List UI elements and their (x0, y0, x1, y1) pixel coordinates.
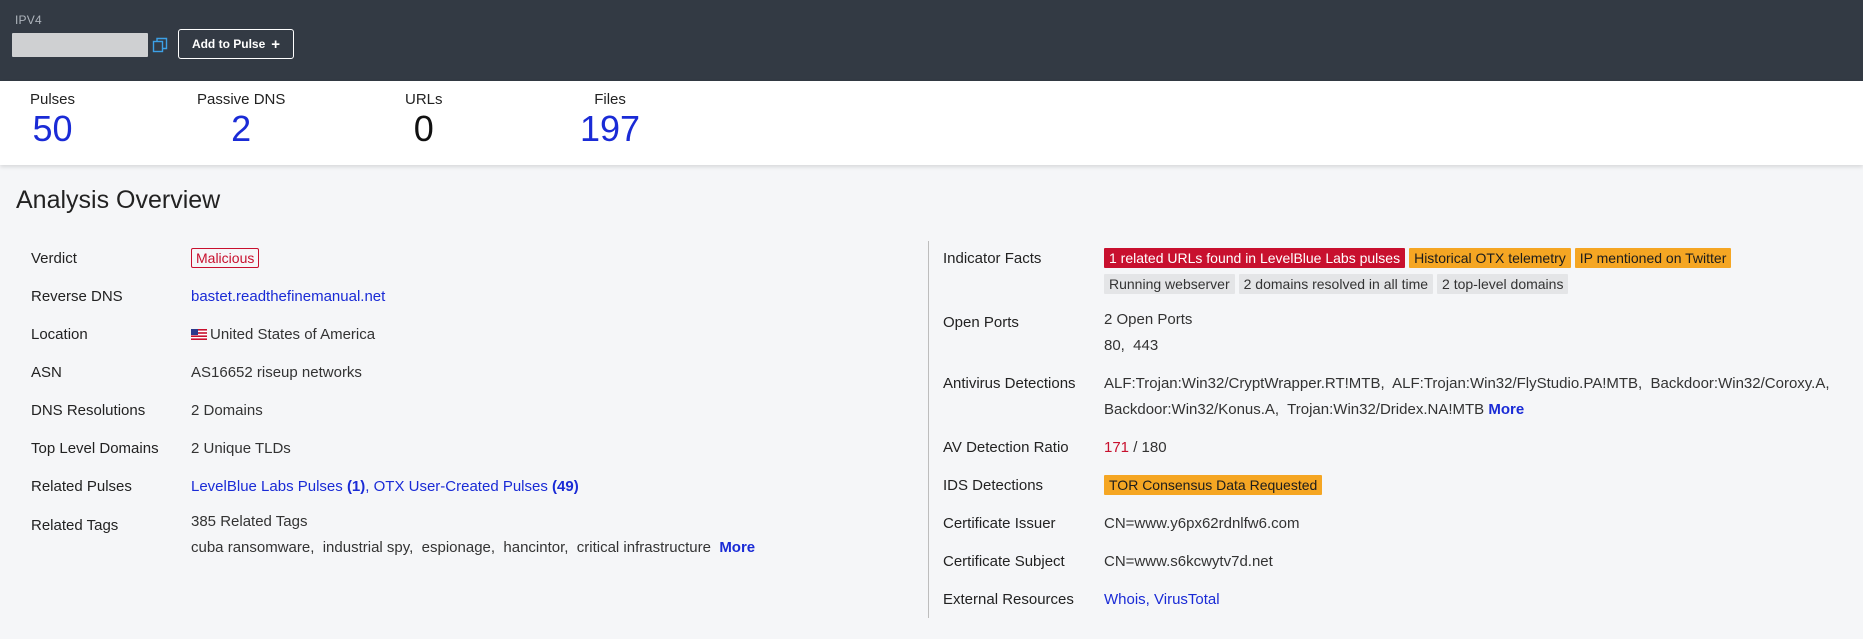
stat-value: 50 (32, 108, 73, 149)
indicator-type-label: IPV4 (15, 13, 42, 27)
stat-value: 2 (231, 108, 252, 149)
us-flag-icon (191, 329, 207, 340)
stat-label: URLs (405, 91, 443, 108)
fact-badge: 2 top-level domains (1437, 274, 1569, 294)
indicator-facts-row-1: 1 related URLs found in LevelBlue Labs p… (1104, 248, 1804, 268)
stat-value: 0 (413, 108, 434, 149)
external-resources-links[interactable]: Whois, VirusTotal (1104, 591, 1220, 608)
open-ports-summary: 2 Open Ports (1104, 311, 1193, 328)
levelblue-pulses-count: (1) (346, 478, 366, 495)
verdict-label: Verdict (31, 250, 77, 267)
indicator-facts-label: Indicator Facts (943, 250, 1042, 267)
fact-badge: 1 related URLs found in LevelBlue Labs p… (1104, 248, 1406, 268)
antivirus-line-2-text: Backdoor:Win32/Konus.A, Trojan:Win32/Dri… (1104, 401, 1485, 418)
related-tags-count: 385 Related Tags (191, 513, 308, 530)
related-tags-label: Related Tags (31, 517, 119, 534)
otx-pulses-link[interactable]: OTX User-Created Pulses (49) (374, 478, 579, 495)
related-pulses-value: LevelBlue Labs Pulses (1), OTX User-Crea… (191, 478, 579, 495)
stats-bar: Pulses 50 Passive DNS 2 URLs 0 Files 197 (0, 81, 1863, 165)
tld-value: 2 Unique TLDs (191, 440, 291, 457)
malicious-badge: Malicious (191, 248, 260, 268)
av-ratio-label: AV Detection Ratio (943, 439, 1069, 456)
cert-subject-label: Certificate Subject (943, 553, 1065, 570)
levelblue-pulses-name: LevelBlue Labs Pulses (191, 478, 343, 495)
add-to-pulse-button[interactable]: Add to Pulse + (178, 29, 294, 59)
fact-badge: 2 domains resolved in all time (1238, 274, 1434, 294)
reverse-dns-link[interactable]: bastet.readthefinemanual.net (191, 288, 385, 305)
otx-pulses-count: (49) (552, 478, 579, 495)
page-title: Analysis Overview (16, 186, 221, 214)
antivirus-line-2: Backdoor:Win32/Konus.A, Trojan:Win32/Dri… (1104, 401, 1524, 418)
cert-issuer-label: Certificate Issuer (943, 515, 1056, 532)
av-total-count: / 180 (1129, 439, 1167, 456)
av-detected-count: 171 (1104, 439, 1130, 456)
open-ports-list: 80, 443 (1104, 337, 1159, 354)
related-pulses-label: Related Pulses (31, 478, 132, 495)
otx-pulses-name: OTX User-Created Pulses (373, 478, 548, 495)
fact-badge: Running webserver (1104, 274, 1235, 294)
verdict-value: Malicious (191, 248, 260, 268)
levelblue-pulses-link[interactable]: LevelBlue Labs Pulses (1) (191, 478, 365, 495)
external-resources-label: External Resources (943, 591, 1074, 608)
location-value: United States of America (191, 326, 375, 343)
tld-label: Top Level Domains (31, 440, 159, 457)
antivirus-more-link[interactable]: More (1488, 401, 1524, 418)
stat-files[interactable]: Files 197 (580, 91, 640, 149)
indicator-facts-row-2: Running webserver 2 domains resolved in a… (1104, 274, 1804, 294)
antivirus-label: Antivirus Detections (943, 375, 1076, 392)
cert-issuer-value: CN=www.y6px62rdnlfw6.com (1104, 515, 1300, 532)
ids-value: TOR Consensus Data Requested (1104, 475, 1326, 495)
ids-label: IDS Detections (943, 477, 1044, 494)
pulses-separator: , (365, 478, 370, 495)
stat-pulses[interactable]: Pulses 50 (30, 91, 75, 149)
reverse-dns-label: Reverse DNS (31, 288, 123, 305)
stat-value: 197 (580, 108, 641, 149)
plus-icon: + (271, 35, 281, 53)
copy-icon[interactable] (152, 37, 168, 53)
dns-resolutions-label: DNS Resolutions (31, 402, 146, 419)
cert-subject-value: CN=www.s6kcwytv7d.net (1104, 553, 1273, 570)
stat-label: Pulses (30, 91, 76, 108)
fact-badge: IP mentioned on Twitter (1574, 248, 1732, 268)
stat-label: Passive DNS (197, 91, 286, 108)
stat-passive-dns[interactable]: Passive DNS 2 (197, 91, 285, 149)
asn-value: AS16652 riseup networks (191, 364, 362, 381)
location-text: United States of America (210, 326, 376, 343)
dns-resolutions-value: 2 Domains (191, 402, 263, 419)
related-tags-list: cuba ransomware, industrial spy, espiona… (191, 539, 755, 556)
av-ratio-value: 171 / 180 (1104, 439, 1167, 456)
antivirus-line-1: ALF:Trojan:Win32/CryptWrapper.RT!MTB, AL… (1104, 375, 1830, 392)
indicator-value-redacted (12, 33, 148, 57)
asn-label: ASN (31, 364, 62, 381)
tags-text: cuba ransomware, industrial spy, espiona… (191, 539, 711, 556)
ids-badge: TOR Consensus Data Requested (1104, 475, 1323, 495)
stat-label: Files (594, 91, 626, 108)
add-to-pulse-label: Add to Pulse (191, 37, 266, 51)
column-divider (928, 241, 929, 618)
tags-more-link[interactable]: More (719, 539, 755, 556)
open-ports-label: Open Ports (943, 314, 1019, 331)
stat-urls[interactable]: URLs 0 (405, 91, 443, 149)
fact-badge: Historical OTX telemetry (1409, 248, 1571, 268)
indicator-header: IPV4 Add to Pulse + (0, 0, 1863, 81)
location-label: Location (31, 326, 88, 343)
